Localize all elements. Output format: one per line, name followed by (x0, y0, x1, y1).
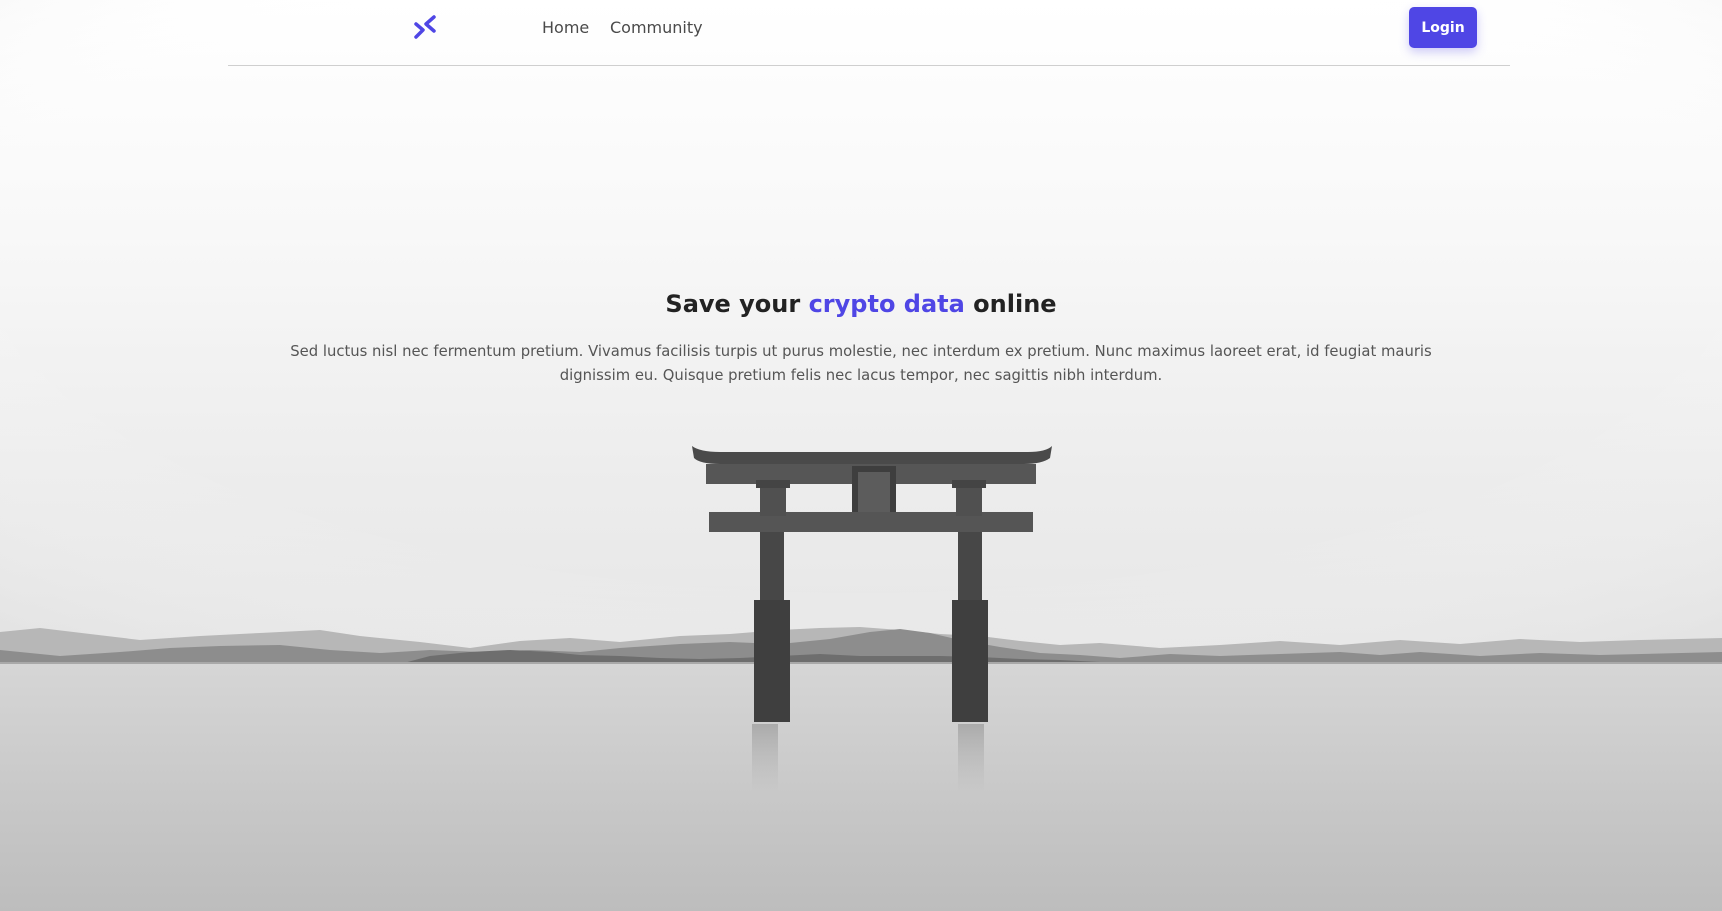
nav-link-home[interactable]: Home (542, 18, 589, 37)
top-navbar: Home Community Login (228, 0, 1510, 66)
hero-title-end: online (964, 290, 1057, 318)
hero-background-image (0, 0, 1722, 911)
hero-description: Sed luctus nisl nec fermentum pretium. V… (290, 343, 1432, 384)
hero-title: Save your crypto data online (0, 290, 1722, 318)
nav-link-community[interactable]: Community (610, 18, 703, 37)
login-button[interactable]: Login (1409, 7, 1477, 48)
chevrons-collapse-icon[interactable] (412, 14, 440, 42)
hero-title-accent: crypto data (808, 290, 965, 318)
hero-title-start: Save your (665, 290, 809, 318)
